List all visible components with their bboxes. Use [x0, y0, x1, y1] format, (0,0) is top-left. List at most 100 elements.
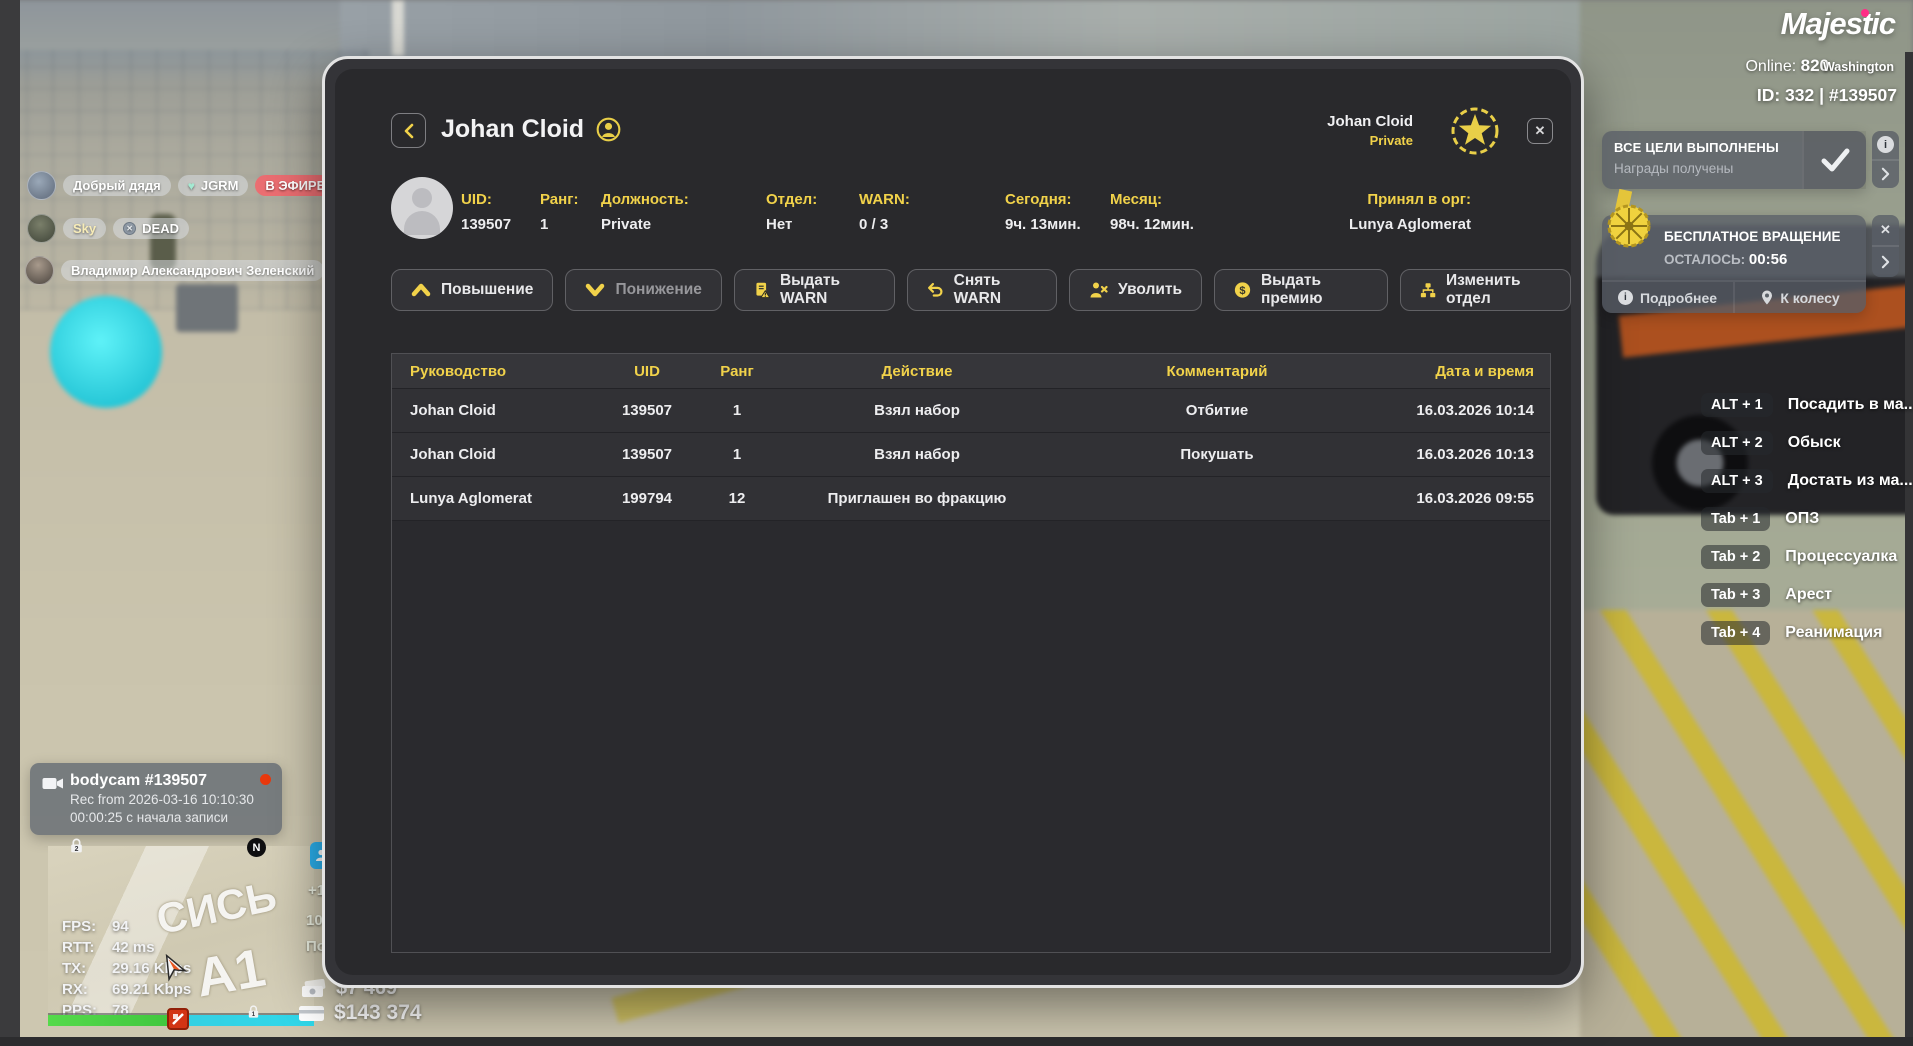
dead-label: DEAD [142, 221, 179, 236]
field-invited-by: Принял в орг: Lunya Aglomerat [1349, 191, 1471, 233]
player-avatar [25, 256, 54, 285]
field-uid: UID: 139507 [461, 191, 512, 233]
goals-title: ВСЕ ЦЕЛИ ВЫПОЛНЕНЫ [1614, 140, 1779, 155]
dismiss-button[interactable]: Уволить [1069, 269, 1202, 311]
player-avatar [27, 214, 56, 243]
health-bar [48, 1015, 179, 1026]
player-id: ID: 332 | #139507 [1756, 85, 1897, 105]
chevron-down-icon [586, 283, 605, 297]
keybind-row: ALT + 3 Достать из ма... [1701, 469, 1913, 493]
minimap: СИСЬ А1 FPS: 94 RTT: 42 ms TX: 29.16 Kbps R… [48, 838, 314, 1030]
bg-van-wheel [1652, 415, 1748, 511]
keybind-action: Посадить в ма... [1787, 396, 1913, 413]
to-wheel-button[interactable]: К колесу [1733, 282, 1866, 313]
bg-bin [176, 284, 238, 332]
table-row[interactable]: Johan Cloid 139507 1 Взял набор Покушать… [392, 432, 1550, 476]
compass-north-icon: N [247, 838, 266, 857]
table-row[interactable]: Johan Cloid 139507 1 Взял набор Отбитие … [392, 388, 1550, 432]
remove-warn-button[interactable]: Снять WARN [906, 269, 1058, 311]
checkmark-icon [1821, 148, 1850, 172]
keybind-action: Обыск [1787, 434, 1841, 451]
col-comment: Комментарий [1166, 362, 1268, 380]
key-chip: ALT + 2 [1701, 431, 1773, 455]
keybind-action: Процессуалка [1785, 548, 1898, 565]
map-zone-label: А1 [191, 937, 270, 1009]
bank-balance: $143 374 [298, 1001, 422, 1025]
give-warn-button[interactable]: Выдать WARN [733, 269, 895, 311]
game-screen: Добрый дядя ♥ JGRM В ЭФИРЕ Sky ✕ DEAD Влад… [0, 0, 1913, 1046]
keybind-row: Tab + 3 Арест [1701, 583, 1832, 607]
person-remove-icon [1090, 282, 1108, 297]
goals-info-button[interactable]: i [1872, 131, 1899, 159]
free-spin-close-button[interactable]: ✕ [1872, 215, 1899, 245]
close-icon: ✕ [1534, 123, 1546, 138]
field-month: Месяц: 98ч. 12мин. [1110, 191, 1194, 233]
dollar-coin-icon: $ [1234, 282, 1251, 298]
key-chip: Tab + 4 [1701, 621, 1771, 645]
free-spin-buttons: i Подробнее К колесу [1602, 280, 1866, 313]
member-name: Johan Cloid [1327, 113, 1413, 130]
free-spin-timer: ОСТАЛОСЬ: 00:56 [1664, 251, 1788, 268]
member-summary: Johan Cloid Private [1327, 113, 1413, 148]
key-chip: ALT + 1 [1701, 393, 1773, 417]
promote-button[interactable]: Повышение [391, 269, 554, 311]
stat-fps: FPS: 94 [62, 918, 129, 935]
field-department: Отдел: Нет [766, 191, 818, 233]
recording-dot [260, 774, 271, 785]
goals-done-cell [1802, 131, 1866, 189]
faction-star-icon [1449, 105, 1501, 162]
svg-text:2: 2 [75, 846, 79, 853]
goals-side-controls: i [1872, 131, 1899, 188]
key-chip: Tab + 3 [1701, 583, 1771, 607]
screen-edge-left [0, 0, 20, 1046]
fortune-wheel-icon [1606, 203, 1652, 254]
chevron-right-icon [1881, 255, 1890, 269]
table-header: Руководство UID Ранг Действие Комментари… [392, 354, 1550, 388]
details-button[interactable]: i Подробнее [1602, 282, 1733, 313]
server-badge: Washington [1822, 60, 1894, 74]
demote-button[interactable]: Понижение [565, 269, 722, 311]
col-action: Действие [881, 362, 953, 380]
on-air-label: В ЭФИРЕ [265, 178, 326, 193]
col-uid: UID [634, 362, 660, 380]
keybind-action: Реанимация [1785, 624, 1883, 641]
keybind-row: Tab + 4 Реанимация [1701, 621, 1882, 645]
bg-cyan-barrel [50, 296, 162, 408]
keybind-action: Арест [1785, 586, 1833, 603]
goals-text: ВСЕ ЦЕЛИ ВЫПОЛНЕНЫ Награды получены [1602, 131, 1802, 189]
player-name: Sky [73, 221, 97, 236]
goals-card: ВСЕ ЦЕЛИ ВЫПОЛНЕНЫ Награды получены [1602, 131, 1866, 189]
col-datetime: Дата и время [1435, 362, 1534, 380]
key-chip: Tab + 1 [1701, 507, 1771, 531]
player-name: Владимир Александрович Зеленский [71, 263, 315, 278]
chevron-left-icon [404, 123, 413, 138]
bodycam-overlay: bodycam #139507 Rec from 2026-03-16 10:1… [30, 763, 282, 835]
nameplate-1: Добрый дядя ♥ JGRM В ЭФИРЕ [27, 171, 336, 200]
info-icon: i [1617, 290, 1633, 305]
org-tag: JGRM [200, 178, 239, 193]
table-empty-area [392, 520, 1550, 952]
action-buttons: Повышение Понижение Выдать WARN Снять WA… [391, 269, 1571, 311]
keybind-row: ALT + 1 Посадить в ма... [1701, 393, 1913, 417]
close-button[interactable]: ✕ [1527, 118, 1553, 144]
table-row[interactable]: Lunya Aglomerat 199794 12 Приглашен во ф… [392, 476, 1550, 520]
dead-badge: ✕ DEAD [113, 218, 189, 239]
member-avatar [391, 177, 453, 239]
cash-icon [302, 979, 326, 997]
free-spin-expand-button[interactable] [1872, 245, 1899, 277]
field-rank: Ранг: 1 [540, 191, 579, 233]
back-button[interactable] [391, 113, 426, 148]
change-department-button[interactable]: Изменить отдел [1399, 269, 1571, 311]
logo-pink-dot [1861, 9, 1869, 17]
lock-1-icon: 1 [246, 1004, 261, 1024]
bodycam-rec-line: Rec from 2026-03-16 10:10:30 [70, 792, 254, 807]
goals-expand-button[interactable] [1872, 158, 1899, 189]
info-icon: i [1877, 136, 1894, 154]
player-org-badge: ♥ JGRM [177, 175, 249, 196]
screen-edge-right [1905, 52, 1913, 1046]
skull-icon: ✕ [123, 222, 137, 235]
field-warn: WARN: 0 / 3 [859, 191, 910, 233]
doc-warning-icon [756, 282, 770, 299]
give-bonus-button[interactable]: $ Выдать премию [1213, 269, 1388, 311]
keybind-row: ALT + 2 Обыск [1701, 431, 1841, 455]
